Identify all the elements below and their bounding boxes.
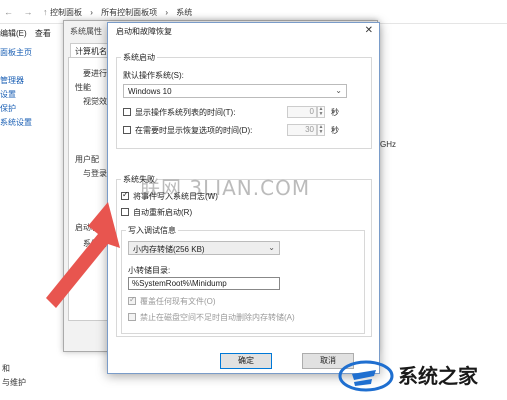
logo-swoosh-icon xyxy=(338,360,394,392)
site-logo: 系统之家 xyxy=(338,352,503,396)
watermark-text: 联网 3LIAN.COM xyxy=(140,176,311,200)
logo-text: 系统之家 xyxy=(398,364,478,388)
